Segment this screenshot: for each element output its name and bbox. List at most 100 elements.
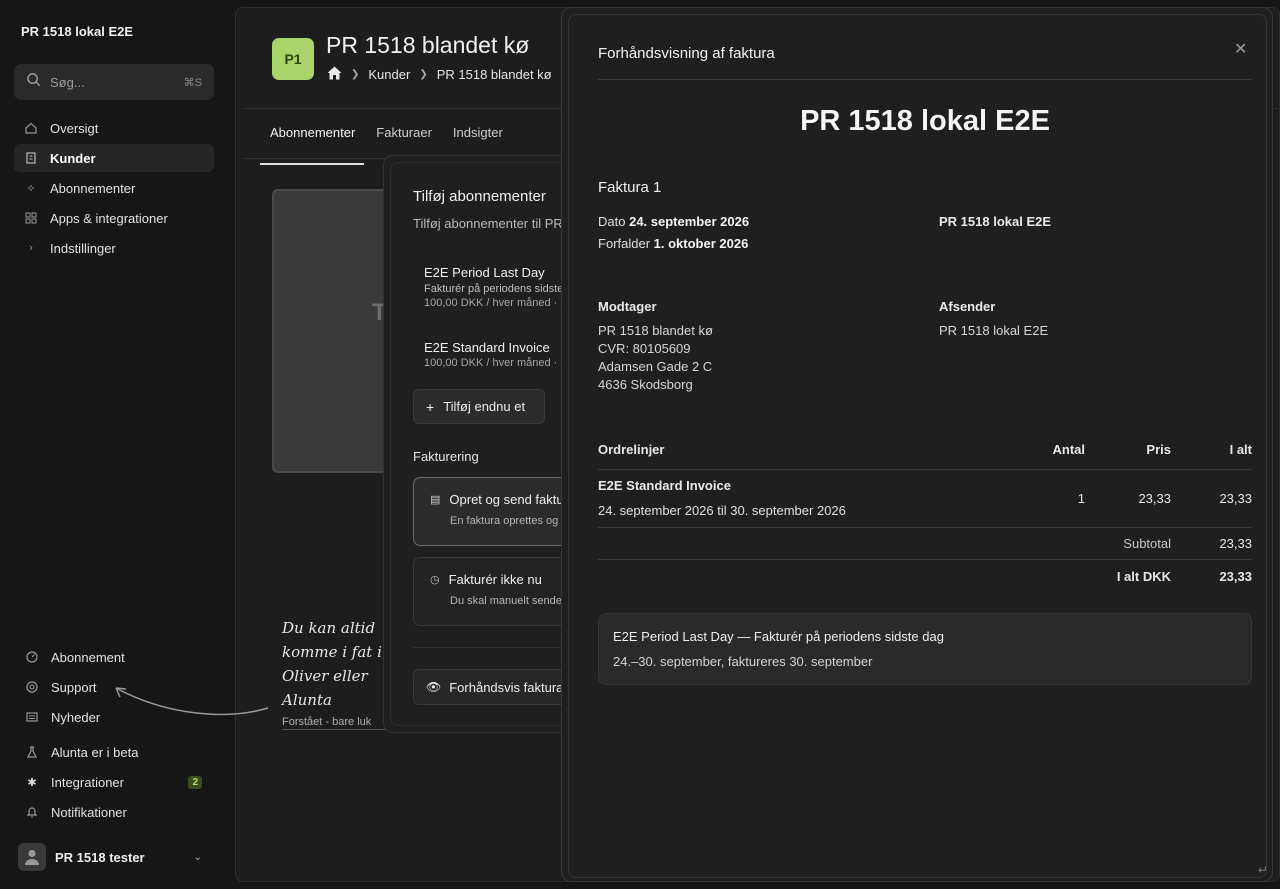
bottom-nav: Abonnement Support Nyheder Alunta er i b… bbox=[14, 643, 214, 828]
sender-label: Afsender bbox=[939, 299, 996, 314]
recipient-label: Modtager bbox=[598, 299, 657, 314]
nav-label: Notifikationer bbox=[51, 804, 127, 820]
onboarding-note: Du kan altid komme i fat i Oliver eller … bbox=[282, 616, 392, 730]
plan-item[interactable]: E2E Standard Invoice 100,00 DKK / hver m… bbox=[424, 340, 579, 369]
eye-icon: 👁 bbox=[426, 680, 442, 694]
chevron-right-icon: ❯ bbox=[351, 69, 360, 80]
breadcrumb-link[interactable]: Kunder bbox=[368, 67, 410, 82]
line-name: E2E Standard Invoice bbox=[598, 478, 731, 493]
tab-fakturaer[interactable]: Fakturaer bbox=[376, 116, 432, 157]
billing-option-later[interactable]: ◷ Fakturér ikke nu Du skal manuelt sende … bbox=[413, 557, 582, 626]
puzzle-icon: ✱ bbox=[27, 776, 37, 789]
org-name[interactable]: PR 1518 lokal E2E bbox=[21, 24, 133, 39]
billing-label: Fakturering bbox=[413, 449, 479, 464]
plan-item[interactable]: E2E Period Last Day Fakturér på perioden… bbox=[424, 265, 583, 309]
plus-icon: + bbox=[426, 398, 435, 415]
note-dismiss-link[interactable]: Forstået - bare luk bbox=[282, 716, 392, 730]
lifebuoy-icon bbox=[25, 680, 39, 694]
nav-label: Support bbox=[51, 679, 97, 695]
invoice-preview-drawer: Forhåndsvisning af faktura ✕ PR 1518 lok… bbox=[561, 7, 1273, 882]
home-icon bbox=[24, 121, 38, 135]
nav-item-apps[interactable]: Apps & integrationer bbox=[14, 204, 214, 232]
search-icon bbox=[26, 72, 41, 92]
page-title: PR 1518 blandet kø bbox=[326, 32, 530, 58]
user-name: PR 1518 tester bbox=[55, 849, 145, 865]
nav-label: Integrationer bbox=[51, 774, 124, 790]
option-name: Fakturér ikke nu bbox=[448, 572, 542, 587]
nav-item-kunder[interactable]: Kunder bbox=[14, 144, 214, 172]
close-icon[interactable]: ✕ bbox=[1234, 39, 1247, 59]
col-total: I alt bbox=[1229, 442, 1252, 457]
main-nav: Oversigt Kunder ✧ Abonnementer Apps & in… bbox=[14, 114, 214, 264]
invoice-due: Forfalder 1. oktober 2026 bbox=[598, 236, 749, 251]
breadcrumb-current: PR 1518 blandet kø bbox=[436, 67, 552, 82]
newspaper-icon bbox=[25, 710, 39, 724]
home-icon[interactable] bbox=[327, 66, 342, 83]
col-price: Pris bbox=[1146, 442, 1171, 457]
nav-label: Apps & integrationer bbox=[50, 210, 168, 226]
dialog-subtitle: Tilføj abonnementer til PR 1518 blandet … bbox=[413, 216, 582, 231]
nav-label: Alunta er i beta bbox=[51, 744, 139, 760]
nav-label: Oversigt bbox=[50, 120, 99, 136]
nav-item-integrationer[interactable]: ✱ Integrationer 2 bbox=[14, 768, 214, 796]
clock-icon: ◷ bbox=[430, 574, 440, 586]
invoice-note: E2E Period Last Day — Fakturér på period… bbox=[598, 613, 1252, 685]
chevron-down-icon: ⌄ bbox=[193, 851, 202, 863]
nav-label: Kunder bbox=[50, 150, 96, 166]
nav-label: Indstillinger bbox=[50, 240, 116, 256]
plan-desc: Fakturér på periodens sidste dag bbox=[424, 283, 583, 295]
nav-label: Nyheder bbox=[51, 709, 101, 725]
nav-item-abonnement[interactable]: Abonnement bbox=[14, 643, 214, 671]
drawer-title: Forhåndsvisning af faktura bbox=[598, 45, 775, 62]
plan-name: E2E Standard Invoice bbox=[424, 340, 550, 355]
sender-name: PR 1518 lokal E2E bbox=[939, 323, 1049, 338]
gauge-icon bbox=[25, 650, 39, 664]
nav-item-abonnementer[interactable]: ✧ Abonnementer bbox=[14, 174, 214, 202]
tabs: Abonnementer Fakturaer Indsigter bbox=[259, 116, 524, 165]
search-placeholder: Søg... bbox=[50, 74, 85, 90]
invoice-number: Faktura 1 bbox=[598, 179, 662, 196]
apps-icon bbox=[24, 211, 38, 225]
dialog-title: Tilføj abonnementer bbox=[413, 188, 546, 205]
nav-label: Abonnement bbox=[51, 649, 125, 665]
note-sub: 24.–30. september, faktureres 30. septem… bbox=[613, 654, 873, 669]
sparkle-icon: ✧ bbox=[26, 182, 36, 195]
plan-price: 100,00 DKK / hver måned · Slet bbox=[424, 297, 580, 309]
nav-label: Abonnementer bbox=[50, 180, 136, 196]
document-icon: ▤ bbox=[430, 494, 441, 506]
customer-avatar: P1 bbox=[272, 38, 314, 80]
nav-item-beta[interactable]: Alunta er i beta bbox=[14, 738, 214, 766]
subtotal-label: Subtotal bbox=[1123, 536, 1171, 551]
nav-item-notifikationer[interactable]: Notifikationer bbox=[14, 798, 214, 826]
tab-indsigter[interactable]: Indsigter bbox=[453, 116, 503, 157]
line-total: 23,33 bbox=[1219, 491, 1252, 506]
note-text: Du kan altid komme i fat i Oliver eller … bbox=[282, 619, 382, 709]
grand-total-value: 23,33 bbox=[1219, 569, 1252, 584]
building-icon bbox=[24, 151, 38, 165]
note-title: E2E Period Last Day — Fakturér på period… bbox=[613, 629, 944, 644]
grand-total-label: I alt DKK bbox=[1116, 569, 1171, 584]
add-another-button[interactable]: + Tilføj endnu et bbox=[413, 389, 545, 424]
subtotal-value: 23,33 bbox=[1219, 536, 1252, 551]
integrations-badge: 2 bbox=[188, 775, 202, 789]
plan-price: 100,00 DKK / hver måned · Slet bbox=[424, 357, 580, 369]
add-another-label: Tilføj endnu et bbox=[443, 399, 526, 414]
bell-icon bbox=[25, 805, 39, 819]
user-menu[interactable]: PR 1518 tester ⌄ bbox=[18, 842, 214, 872]
plan-name: E2E Period Last Day bbox=[424, 265, 545, 280]
nav-item-oversigt[interactable]: Oversigt bbox=[14, 114, 214, 142]
breadcrumb: ❯ Kunder ❯ PR 1518 blandet kø bbox=[327, 66, 552, 83]
nav-item-indstillinger[interactable]: › Indstillinger bbox=[14, 234, 214, 262]
line-price: 23,33 bbox=[1138, 491, 1171, 506]
line-qty: 1 bbox=[1077, 491, 1085, 506]
arrow-icon bbox=[115, 687, 269, 716]
billing-option-send[interactable]: ▤ Opret og send faktura En faktura oprett… bbox=[413, 477, 582, 546]
add-subscriptions-dialog: Tilføj abonnementer Tilføj abonnementer … bbox=[383, 155, 583, 733]
tab-abonnementer[interactable]: Abonnementer bbox=[259, 116, 365, 165]
search-input[interactable]: Søg... ⌘S bbox=[14, 64, 214, 100]
preview-label: Forhåndsvis faktura bbox=[449, 679, 564, 695]
invoice-date: Dato 24. september 2026 bbox=[598, 214, 750, 229]
invoice-company: PR 1518 lokal E2E bbox=[800, 105, 1050, 137]
chevron-right-icon: ❯ bbox=[419, 69, 428, 80]
preview-invoice-button[interactable]: 👁 Forhåndsvis faktura bbox=[413, 669, 582, 705]
